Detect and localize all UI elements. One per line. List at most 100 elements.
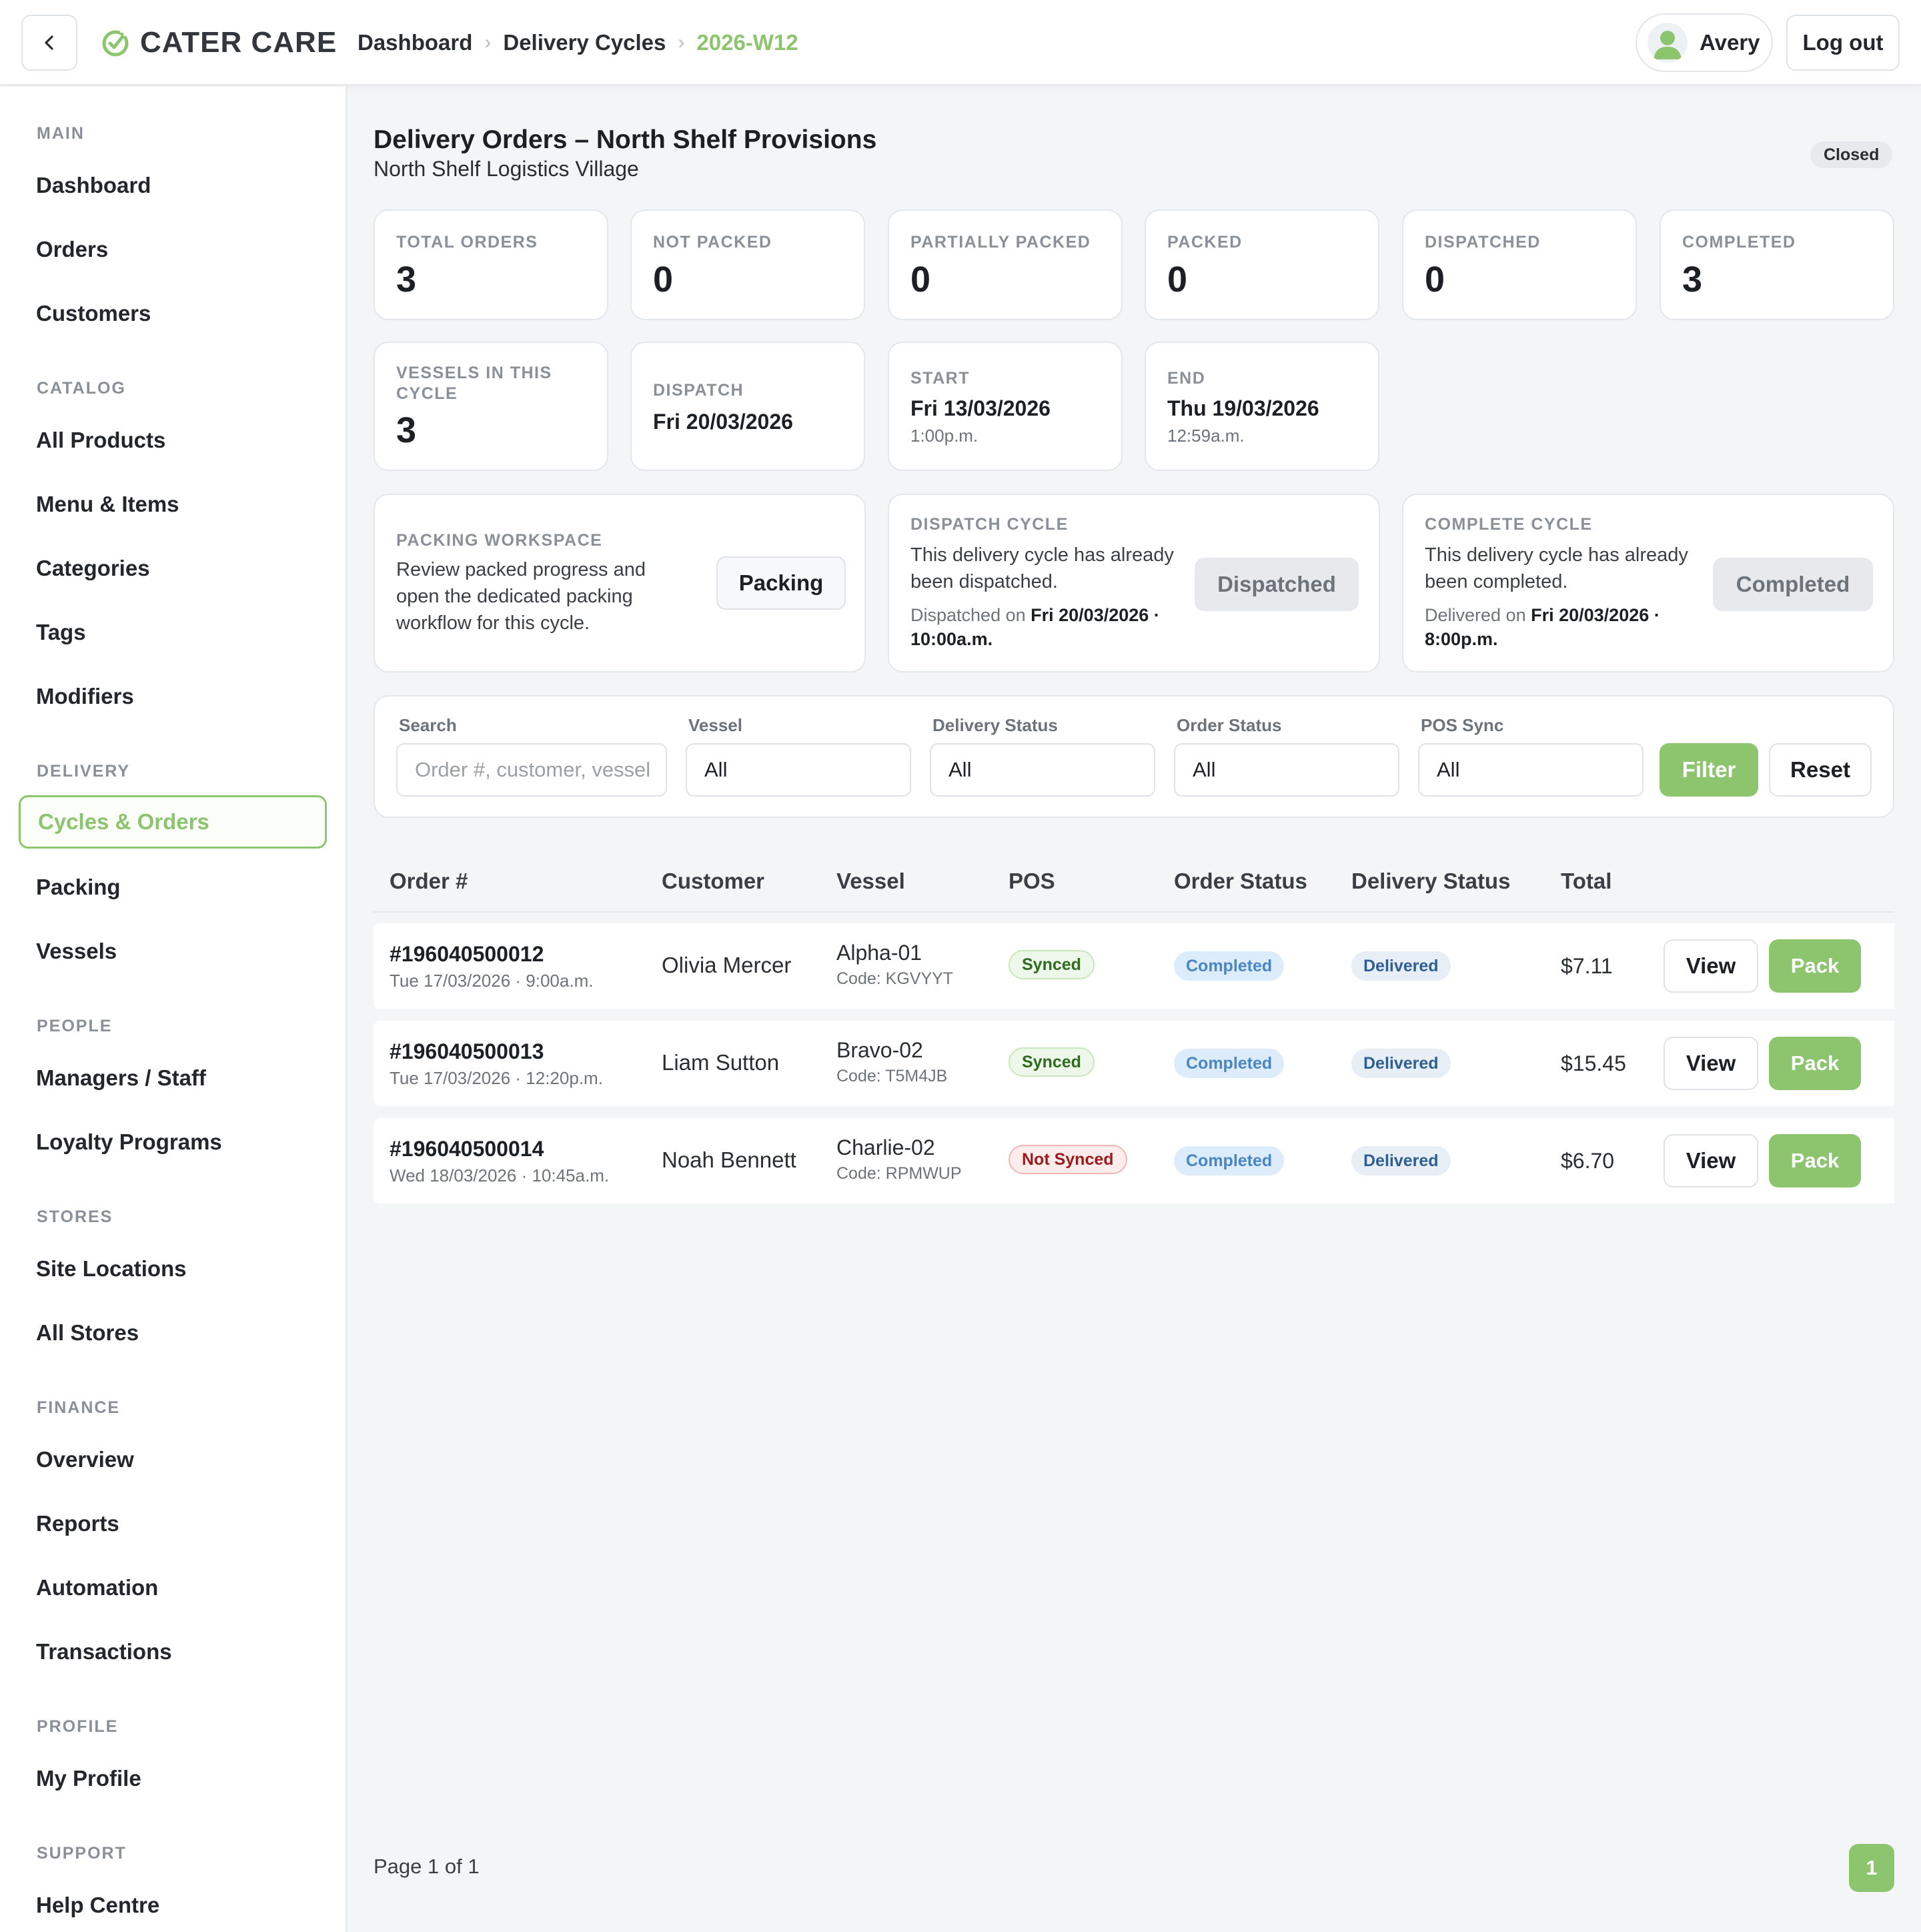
view-order-button[interactable]: View — [1664, 939, 1758, 993]
column-header-order-status[interactable]: Order Status — [1174, 869, 1307, 894]
filter-button[interactable]: Filter — [1660, 743, 1758, 797]
stat-value: 3 — [1682, 260, 1703, 300]
sidebar-item-tags[interactable]: Tags — [19, 606, 327, 659]
sidebar-item-all-stores[interactable]: All Stores — [19, 1306, 327, 1360]
dispatch-date: Fri 20/03/2026 — [653, 410, 793, 434]
stat-value: 0 — [1425, 260, 1445, 300]
order-number[interactable]: #196040500012 — [390, 942, 593, 967]
column-header-pos[interactable]: POS — [1009, 869, 1055, 894]
page-subtitle: North Shelf Logistics Village — [374, 157, 639, 181]
order-total: $7.11 — [1561, 954, 1613, 978]
complete-cycle-meta: Delivered on Fri 20/03/2026 · 8:00p.m. — [1425, 603, 1698, 651]
page-button-current[interactable]: 1 — [1849, 1844, 1894, 1892]
dispatched-button[interactable]: Dispatched — [1195, 558, 1359, 611]
sidebar-item-modifiers[interactable]: Modifiers — [19, 670, 327, 723]
breadcrumb-separator-icon: › — [678, 31, 685, 53]
sidebar-item-customers[interactable]: Customers — [19, 287, 327, 340]
reset-button[interactable]: Reset — [1769, 743, 1872, 797]
sidebar-item-overview[interactable]: Overview — [19, 1433, 327, 1486]
breadcrumb-separator-icon: › — [484, 31, 492, 53]
order-number[interactable]: #196040500013 — [390, 1039, 603, 1064]
user-name: Avery — [1700, 30, 1760, 55]
column-header-order[interactable]: Order # — [390, 869, 468, 894]
pack-order-button[interactable]: Pack — [1769, 1134, 1861, 1187]
vessel-cell: Charlie-02 Code: RPMWUP — [836, 1135, 962, 1183]
delivery-status-select[interactable]: All — [930, 743, 1155, 797]
stat-label: PACKED — [1167, 233, 1243, 252]
sidebar-section-main: MAIN — [37, 124, 85, 143]
delivery-status-filter-label: Delivery Status — [932, 715, 1058, 735]
check-circle-logo-icon — [102, 29, 129, 57]
end-date: Thu 19/03/2026 — [1167, 396, 1319, 420]
view-order-button[interactable]: View — [1664, 1134, 1758, 1187]
sidebar-item-orders[interactable]: Orders — [19, 223, 327, 276]
column-header-customer[interactable]: Customer — [662, 869, 764, 894]
vessel-select[interactable]: All — [686, 743, 911, 797]
sidebar-item-dashboard[interactable]: Dashboard — [19, 159, 327, 212]
breadcrumb-dashboard[interactable]: Dashboard — [358, 30, 472, 55]
order-total: $15.45 — [1561, 1051, 1626, 1075]
page-title: Delivery Orders – North Shelf Provisions — [374, 125, 877, 154]
sidebar-item-menu-items[interactable]: Menu & Items — [19, 478, 327, 531]
sidebar-item-automation[interactable]: Automation — [19, 1561, 327, 1614]
pos-sync-badge: Synced — [1009, 1047, 1095, 1077]
stat-card-start: START Fri 13/03/2026 1:00p.m. — [888, 342, 1123, 471]
stat-label: VESSELS IN THIS CYCLE — [396, 364, 552, 403]
back-button[interactable] — [21, 15, 77, 71]
sidebar-item-categories[interactable]: Categories — [19, 542, 327, 595]
table-row: #196040500012 Tue 17/03/2026 · 9:00a.m. … — [374, 923, 1894, 1009]
order-date: Wed 18/03/2026 · 10:45a.m. — [390, 1165, 610, 1185]
completed-button[interactable]: Completed — [1713, 558, 1873, 611]
chevron-left-icon — [45, 35, 53, 50]
pack-order-button[interactable]: Pack — [1769, 1037, 1861, 1090]
sidebar-item-all-products[interactable]: All Products — [19, 414, 327, 467]
search-input[interactable]: Order #, customer, vessel — [396, 743, 667, 797]
complete-cycle-label: COMPLETE CYCLE — [1425, 515, 1593, 534]
vessel-cell: Bravo-02 Code: T5M4JB — [836, 1038, 947, 1086]
sidebar-item-vessels[interactable]: Vessels — [19, 925, 327, 978]
breadcrumb: Dashboard › Delivery Cycles › 2026-W12 — [358, 24, 798, 61]
sidebar-item-managers-staff[interactable]: Managers / Staff — [19, 1051, 327, 1105]
sidebar-item-my-profile[interactable]: My Profile — [19, 1752, 327, 1805]
packing-workspace-text: Review packed progress and open the dedi… — [396, 559, 646, 634]
sidebar-item-transactions[interactable]: Transactions — [19, 1625, 327, 1678]
stat-card-packed: PACKED 0 — [1145, 209, 1379, 320]
order-cell: #196040500013 Tue 17/03/2026 · 12:20p.m. — [390, 1039, 603, 1089]
sidebar-section-stores: STORES — [37, 1208, 113, 1226]
stat-card-partially-packed: PARTIALLY PACKED 0 — [888, 209, 1123, 320]
packing-button[interactable]: Packing — [716, 556, 846, 610]
vessel-name: Bravo-02 — [836, 1038, 923, 1062]
vessel-code: Code: RPMWUP — [836, 1164, 962, 1183]
sidebar-item-packing[interactable]: Packing — [19, 861, 327, 914]
stat-value: 3 — [396, 260, 417, 300]
stat-label: START — [910, 369, 970, 388]
sidebar-item-cycles-orders[interactable]: Cycles & Orders — [19, 795, 327, 849]
column-header-delivery-status[interactable]: Delivery Status — [1351, 869, 1510, 894]
stat-card-dispatch-date: DISPATCH Fri 20/03/2026 — [630, 342, 865, 471]
breadcrumb-delivery-cycles[interactable]: Delivery Cycles — [503, 30, 666, 55]
order-status-select[interactable]: All — [1174, 743, 1399, 797]
order-status-badge: Completed — [1174, 951, 1285, 981]
table-row: #196040500013 Tue 17/03/2026 · 12:20p.m.… — [374, 1021, 1894, 1106]
order-total: $6.70 — [1561, 1149, 1615, 1173]
view-order-button[interactable]: View — [1664, 1037, 1758, 1090]
dispatch-cycle-text: This delivery cycle has already been dis… — [910, 544, 1174, 592]
sidebar-item-loyalty-programs[interactable]: Loyalty Programs — [19, 1115, 327, 1169]
brand-logo[interactable]: CATER CARE — [100, 20, 337, 65]
order-number[interactable]: #196040500014 — [390, 1137, 609, 1161]
sidebar-section-people: PEOPLE — [37, 1017, 113, 1035]
breadcrumb-current-cycle: 2026-W12 — [696, 30, 798, 55]
pos-sync-select[interactable]: All — [1418, 743, 1644, 797]
cycle-status-badge: Closed — [1810, 141, 1893, 168]
sidebar-item-help-centre[interactable]: Help Centre — [19, 1879, 327, 1932]
stat-label: DISPATCH — [653, 381, 744, 400]
sidebar-item-reports[interactable]: Reports — [19, 1497, 327, 1550]
column-header-vessel[interactable]: Vessel — [836, 869, 905, 894]
dispatch-cycle-label: DISPATCH CYCLE — [910, 515, 1069, 534]
logout-button[interactable]: Log out — [1786, 15, 1900, 71]
stat-card-total-orders: TOTAL ORDERS 3 — [374, 209, 608, 320]
sidebar-item-site-locations[interactable]: Site Locations — [19, 1242, 327, 1296]
pack-order-button[interactable]: Pack — [1769, 939, 1861, 993]
column-header-total[interactable]: Total — [1561, 869, 1612, 894]
user-menu[interactable]: Avery — [1636, 13, 1773, 72]
